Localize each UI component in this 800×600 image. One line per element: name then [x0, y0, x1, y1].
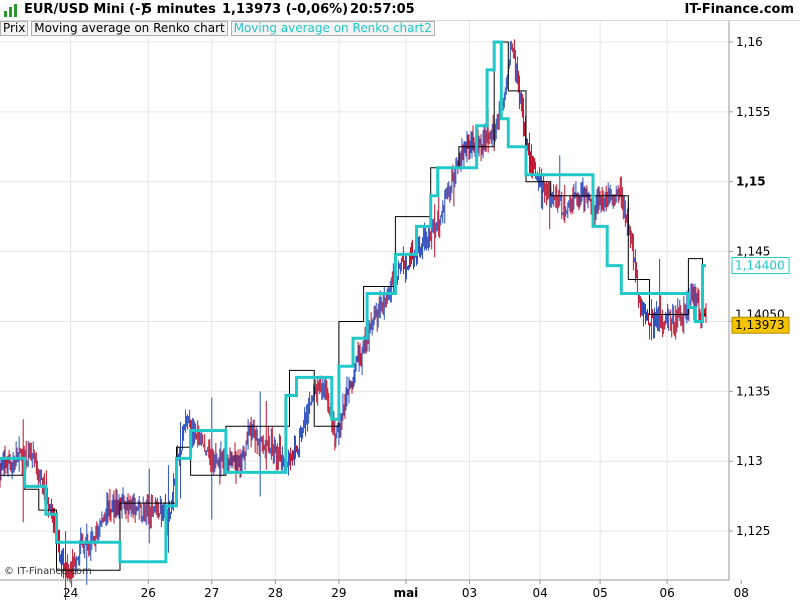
y-tick-label: 1,135	[736, 384, 770, 398]
y-tick-label: 1,155	[736, 105, 770, 119]
legend-item-price[interactable]: Prix	[0, 21, 29, 36]
x-tick-label: 05	[592, 586, 607, 600]
plot-area	[0, 21, 729, 580]
y-tick-label: 1,145	[736, 245, 770, 259]
x-tick-label: 08	[734, 586, 749, 600]
price-chart[interactable]: 1,16 1,155 1,15 1,145 1,135 1,13 1,125 24 26 27 2…	[0, 0, 800, 600]
x-tick-label: 28	[268, 586, 283, 600]
y-tick-label: 1,13	[736, 454, 763, 468]
x-tick-label: 27	[204, 586, 219, 600]
x-tick-label: 06	[660, 586, 675, 600]
y-tick-label: 1,15	[736, 175, 766, 189]
indicator-legend: Prix Moving average on Renko chart Movin…	[0, 21, 435, 36]
x-tick-label: 26	[141, 586, 156, 600]
x-tick-label: mai	[394, 586, 419, 600]
y-tick-label: 1,125	[736, 524, 770, 538]
legend-item-renko-ma2[interactable]: Moving average on Renko chart2	[230, 21, 435, 36]
price-label: 1,13973	[735, 318, 785, 332]
x-tick-label: 03	[462, 586, 477, 600]
y-tick-label: 1,16	[736, 35, 763, 49]
x-tick-label: 04	[532, 586, 547, 600]
watermark: © IT-Finance.com	[4, 566, 92, 577]
legend-item-renko-ma[interactable]: Moving average on Renko chart	[31, 21, 228, 36]
price-label: 1,14400	[735, 259, 785, 273]
x-tick-label: 29	[331, 586, 346, 600]
x-tick-label: 24	[63, 586, 78, 600]
